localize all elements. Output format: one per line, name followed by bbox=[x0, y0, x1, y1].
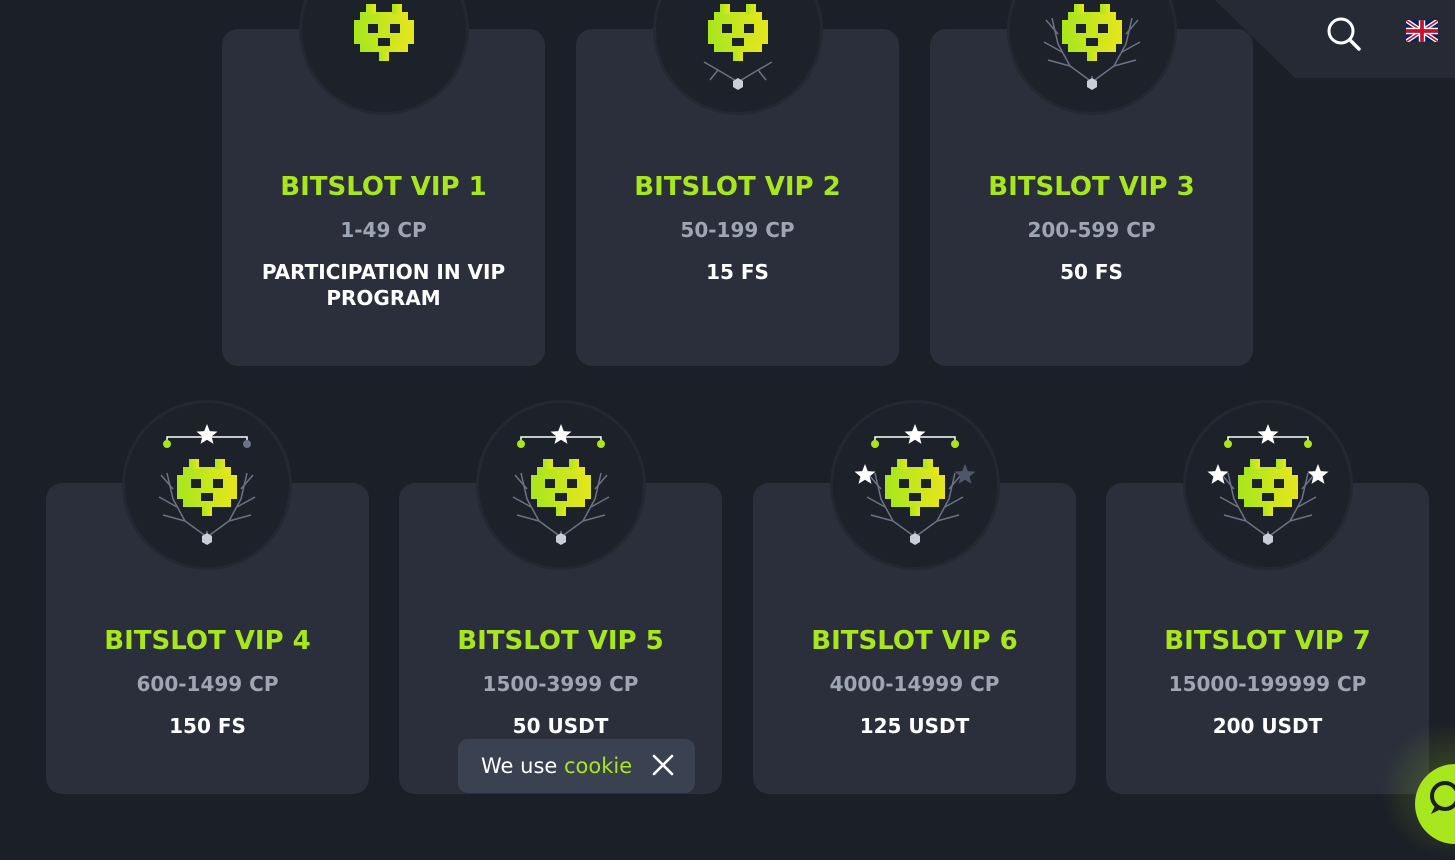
star-icon bbox=[854, 464, 876, 484]
node-dot bbox=[517, 440, 525, 448]
vip-reward: PARTICIPATION IN VIP PROGRAM bbox=[261, 260, 506, 310]
vip-reward: 150 FS bbox=[169, 714, 246, 738]
chat-icon bbox=[1430, 781, 1455, 814]
vip-badge-5 bbox=[476, 400, 646, 570]
star-icon bbox=[1257, 424, 1279, 444]
invader-foot bbox=[379, 52, 389, 61]
vip-points-range: 200-599 CP bbox=[1027, 218, 1156, 242]
node-dot bbox=[951, 440, 959, 448]
vip-badge-3 bbox=[1007, 0, 1177, 115]
vip-reward: 50 USDT bbox=[512, 714, 609, 738]
invader-foot bbox=[733, 52, 743, 61]
vip-title: BITSLOT VIP 5 bbox=[457, 626, 664, 656]
vip-reward: 200 USDT bbox=[1212, 714, 1323, 738]
node-dot bbox=[1224, 440, 1232, 448]
star-icon bbox=[1307, 464, 1329, 484]
vip-emblem-icon bbox=[1207, 424, 1329, 545]
vip-title: BITSLOT VIP 6 bbox=[811, 626, 1018, 656]
vip-reward: 125 USDT bbox=[859, 714, 970, 738]
invader-foot bbox=[202, 507, 212, 516]
vip-emblem-icon bbox=[354, 4, 414, 61]
vip-points-range: 15000-199999 CP bbox=[1168, 672, 1367, 696]
vip-points-range: 1-49 CP bbox=[340, 218, 427, 242]
vip-emblem-icon bbox=[1043, 4, 1141, 90]
cookie-message: We use cookie bbox=[481, 754, 632, 778]
vip-title: BITSLOT VIP 3 bbox=[988, 172, 1195, 202]
vip-badge-2 bbox=[653, 0, 823, 115]
vip-badge-6 bbox=[830, 400, 1000, 570]
vip-emblem-icon bbox=[158, 424, 256, 545]
vip-title: BITSLOT VIP 2 bbox=[634, 172, 841, 202]
node-dot bbox=[163, 440, 171, 448]
vip-points-range: 1500-3999 CP bbox=[482, 672, 639, 696]
node-dot bbox=[243, 440, 251, 448]
vip-reward: 15 FS bbox=[706, 260, 769, 284]
vip-title: BITSLOT VIP 1 bbox=[280, 172, 487, 202]
cookie-close-button[interactable] bbox=[651, 753, 675, 777]
vip-points-range: 4000-14999 CP bbox=[829, 672, 1000, 696]
star-icon bbox=[904, 424, 926, 444]
close-icon bbox=[652, 754, 674, 776]
vip-points-range: 600-1499 CP bbox=[136, 672, 279, 696]
chat-button[interactable] bbox=[1415, 764, 1455, 844]
cookie-link[interactable]: cookie bbox=[564, 754, 632, 778]
invader-foot bbox=[1087, 52, 1097, 61]
cookie-text: We use bbox=[481, 754, 558, 778]
vip-title: BITSLOT VIP 7 bbox=[1164, 626, 1371, 656]
search-button[interactable] bbox=[1324, 14, 1364, 54]
node-dot bbox=[871, 440, 879, 448]
uk-flag-icon bbox=[1406, 20, 1438, 42]
star-icon bbox=[954, 464, 976, 484]
invader-foot bbox=[1263, 507, 1273, 516]
vip-reward: 50 FS bbox=[1060, 260, 1123, 284]
vip-badge-7 bbox=[1183, 400, 1353, 570]
invader-foot bbox=[910, 507, 920, 516]
vip-points-range: 50-199 CP bbox=[680, 218, 795, 242]
vip-badge-4 bbox=[122, 400, 292, 570]
language-selector[interactable] bbox=[1406, 20, 1438, 42]
vip-title: BITSLOT VIP 4 bbox=[104, 626, 311, 656]
star-icon bbox=[196, 424, 218, 444]
node-dot bbox=[597, 440, 605, 448]
vip-badge-1 bbox=[299, 0, 469, 115]
star-icon bbox=[1207, 464, 1229, 484]
node-dot bbox=[1304, 440, 1312, 448]
vip-emblem-icon bbox=[703, 4, 773, 90]
star-icon bbox=[550, 424, 572, 444]
cookie-banner: We use cookie bbox=[458, 739, 695, 793]
invader-foot bbox=[556, 507, 566, 516]
vip-emblem-icon bbox=[512, 424, 610, 545]
vip-emblem-icon bbox=[854, 424, 976, 545]
search-icon bbox=[1327, 17, 1361, 51]
